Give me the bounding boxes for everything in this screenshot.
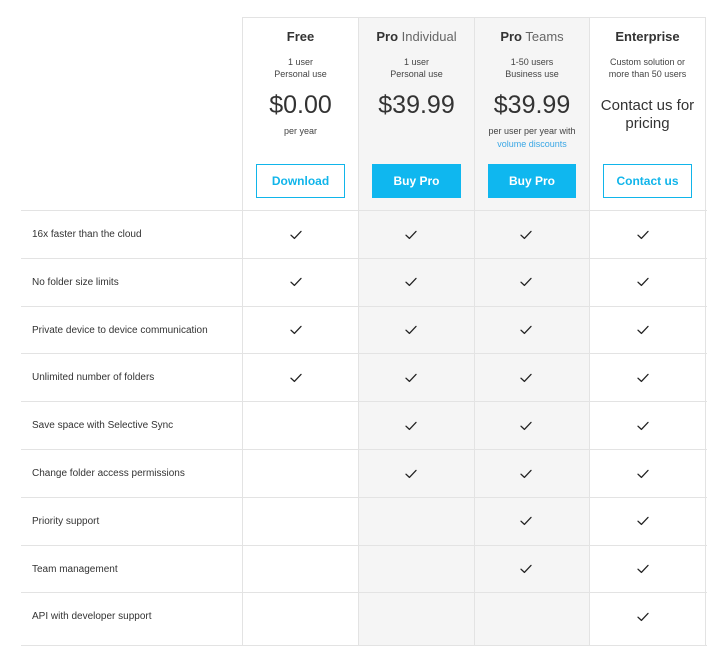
- checkmark-icon: [276, 354, 316, 401]
- contact-pricing-text: Contact us for pricing: [600, 97, 695, 132]
- plan-name: Free: [286, 29, 315, 44]
- feature-label: Save space with Selective Sync: [32, 420, 174, 432]
- feature-row: No folder size limits: [21, 257, 707, 306]
- feature-label: Private device to device communication: [32, 324, 208, 336]
- plan-price: $39.99: [493, 91, 571, 119]
- checkmark-icon: [391, 307, 431, 354]
- checkmark-icon: [391, 354, 431, 401]
- volume-discounts-link[interactable]: volume discounts: [475, 138, 589, 151]
- plan-price: $0.00: [269, 91, 332, 119]
- checkmark-icon: [276, 259, 316, 306]
- price-note: per year: [283, 126, 318, 136]
- plan-price: $39.99: [378, 91, 455, 119]
- feature-row: Save space with Selective Sync: [21, 401, 707, 449]
- feature-row: Unlimited number of folders: [21, 353, 707, 401]
- download-button[interactable]: Download: [256, 164, 345, 198]
- feature-row: Private device to device communication: [21, 305, 707, 354]
- column-top-border: [243, 17, 358, 18]
- checkmark-icon: [623, 402, 663, 449]
- checkmark-icon: [391, 402, 431, 449]
- feature-label: API with developer support: [32, 611, 152, 623]
- table-bottom-border: [21, 645, 707, 646]
- checkmark-icon: [623, 354, 663, 401]
- feature-row: 16x faster than the cloud: [21, 210, 707, 258]
- pricing-table: Free 1 user Personal use $0.00 per year D…: [0, 0, 724, 652]
- feature-row: Priority support: [21, 496, 707, 545]
- feature-label: Team management: [32, 563, 118, 575]
- checkmark-icon: [623, 546, 663, 593]
- checkmark-icon: [506, 546, 546, 593]
- checkmark-icon: [506, 354, 546, 401]
- column-top-border: [475, 17, 589, 18]
- checkmark-icon: [391, 259, 431, 306]
- checkmark-icon: [623, 211, 663, 258]
- plan-description: Custom solution or more than 50 users: [608, 57, 687, 79]
- price-note: per user per year with volume discounts: [475, 125, 589, 151]
- checkmark-icon: [623, 259, 663, 306]
- plan-description: 1 user Personal use: [390, 57, 443, 79]
- checkmark-icon: [506, 307, 546, 354]
- checkmark-icon: [391, 211, 431, 258]
- plan-name: Enterprise: [615, 29, 680, 44]
- checkmark-icon: [506, 211, 546, 258]
- checkmark-icon: [623, 450, 663, 497]
- column-top-border: [359, 17, 474, 18]
- feature-label: Change folder access permissions: [32, 468, 185, 479]
- feature-label: Unlimited number of folders: [32, 372, 155, 384]
- plan-description: 1-50 users Business use: [505, 57, 559, 79]
- feature-row: Team management: [21, 544, 707, 593]
- feature-label: No folder size limits: [32, 276, 119, 288]
- checkmark-icon: [506, 498, 546, 545]
- checkmark-icon: [506, 402, 546, 449]
- feature-row: API with developer support: [21, 592, 707, 640]
- plan-description: 1 user Personal use: [274, 57, 327, 79]
- checkmark-icon: [506, 259, 546, 306]
- feature-label: Priority support: [32, 515, 100, 527]
- plan-name: Pro Individual: [376, 29, 457, 44]
- checkmark-icon: [623, 593, 663, 640]
- checkmark-icon: [506, 450, 546, 497]
- checkmark-icon: [623, 307, 663, 354]
- checkmark-icon: [391, 450, 431, 497]
- plan-name: Pro Teams: [500, 29, 564, 44]
- buy-pro-individual-button[interactable]: Buy Pro: [372, 164, 461, 198]
- checkmark-icon: [276, 307, 316, 354]
- checkmark-icon: [623, 498, 663, 545]
- feature-row: Change folder access permissions: [21, 449, 707, 497]
- buy-pro-teams-button[interactable]: Buy Pro: [488, 164, 576, 198]
- feature-label: 16x faster than the cloud: [32, 229, 142, 240]
- column-top-border: [590, 17, 705, 18]
- checkmark-icon: [276, 211, 316, 258]
- contact-us-button[interactable]: Contact us: [603, 164, 692, 198]
